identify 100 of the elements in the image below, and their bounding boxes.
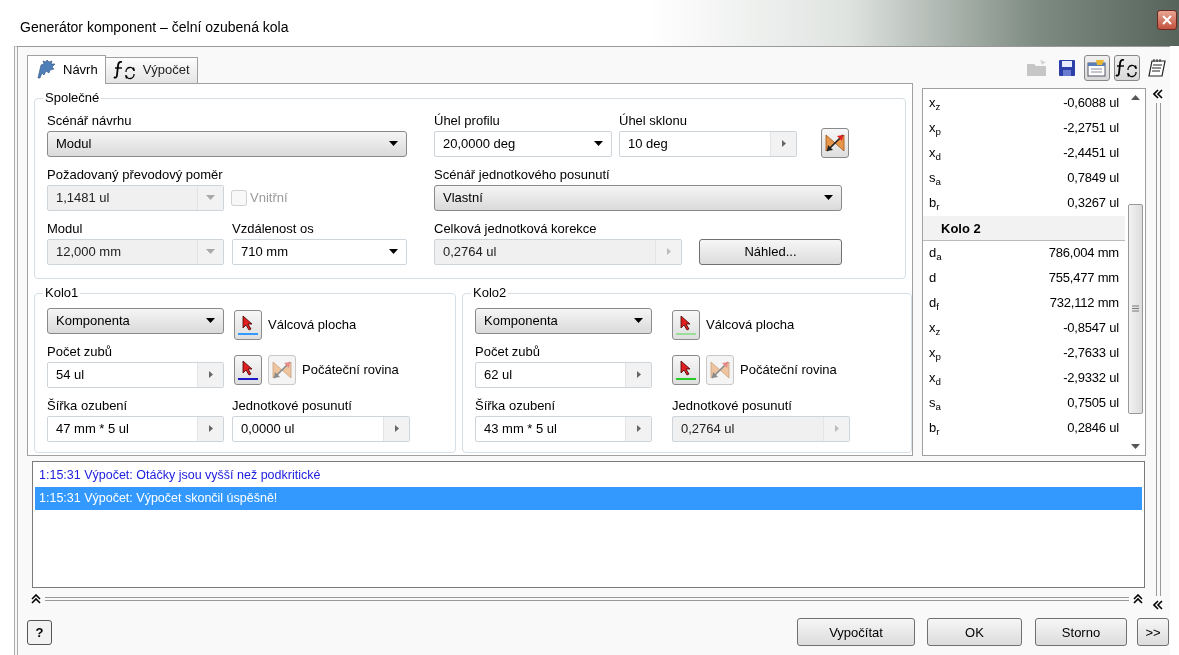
window-title: Generátor komponent – čelní ozubená kola bbox=[20, 18, 289, 36]
cursor-icon bbox=[679, 359, 693, 376]
expand-icon[interactable] bbox=[31, 593, 41, 604]
caret-icon bbox=[206, 195, 215, 201]
close-button[interactable] bbox=[1157, 10, 1177, 30]
result-value: -0,8547 ul bbox=[1063, 320, 1119, 336]
collapse-icon[interactable] bbox=[1153, 599, 1163, 610]
scrollbar-thumb[interactable] bbox=[1127, 203, 1143, 414]
checkbox-label: Vnitřní bbox=[250, 189, 288, 206]
arrow-icon bbox=[208, 371, 213, 379]
result-symbol: x$_{d}$ bbox=[929, 370, 941, 386]
result-value: -0,6088 ul bbox=[1063, 95, 1119, 111]
select-button[interactable] bbox=[234, 309, 262, 340]
folder-icon bbox=[1026, 58, 1048, 77]
field-label: Vzdálenost os bbox=[232, 219, 315, 238]
caret-icon bbox=[593, 141, 603, 147]
result-value: 0,3267 ul bbox=[1067, 195, 1119, 211]
field-label: Počet zubů bbox=[47, 342, 114, 361]
select-button[interactable] bbox=[672, 354, 700, 385]
grip-icon bbox=[1131, 305, 1139, 313]
caret-icon bbox=[206, 249, 215, 255]
spin-field[interactable]: 47 mm * 5 ul bbox=[47, 415, 224, 442]
button-label: Počáteční rovina bbox=[740, 361, 837, 378]
arrow-icon bbox=[636, 371, 641, 379]
arrow-icon bbox=[394, 425, 399, 433]
result-symbol: s$_{a}$ bbox=[929, 170, 941, 186]
combo-box[interactable]: 20,0000 deg bbox=[434, 130, 612, 157]
select-button[interactable] bbox=[672, 309, 700, 340]
field-label: Šířka ozubení bbox=[475, 396, 557, 415]
scroll-up-icon[interactable] bbox=[1130, 94, 1140, 100]
help-button[interactable]: ? bbox=[27, 619, 52, 645]
field-label: Úhel sklonu bbox=[619, 111, 688, 130]
log-entry[interactable]: 1:15:31 Výpočet: Otáčky jsou vyšší než podkritické bbox=[35, 463, 1142, 487]
result-symbol: x$_{z}$ bbox=[929, 320, 941, 336]
arrow-icon bbox=[834, 425, 839, 433]
dropdown[interactable]: Komponenta bbox=[475, 307, 652, 334]
field-label: Jednotkové posunutí bbox=[672, 396, 793, 415]
spin-field[interactable]: 0,0000 ul bbox=[232, 415, 410, 442]
spin-field[interactable]: 54 ul bbox=[47, 361, 224, 388]
caret-icon bbox=[205, 318, 215, 324]
result-value: -2,2751 ul bbox=[1063, 120, 1119, 136]
cancel-button[interactable]: Storno bbox=[1035, 618, 1127, 647]
arrow-icon bbox=[636, 425, 641, 433]
result-value: 786,004 mm bbox=[1048, 245, 1119, 261]
result-value: 0,2846 ul bbox=[1067, 420, 1119, 436]
result-symbol: d bbox=[929, 270, 937, 286]
select-button[interactable] bbox=[234, 354, 262, 385]
result-value: 755,477 mm bbox=[1048, 270, 1119, 286]
result-symbol: x$_{p}$ bbox=[929, 120, 941, 136]
table-icon bbox=[1087, 58, 1107, 77]
result-symbol: x$_{d}$ bbox=[929, 145, 941, 161]
result-value: -2,7633 ul bbox=[1063, 345, 1119, 361]
field-label: Šířka ozubení bbox=[47, 396, 129, 415]
dropdown[interactable]: Komponenta bbox=[47, 307, 224, 334]
arrow-icon bbox=[781, 140, 786, 148]
caret-icon bbox=[633, 318, 643, 324]
field-label: Počet zubů bbox=[475, 342, 542, 361]
calculate-button[interactable]: Vypočítat bbox=[797, 618, 915, 647]
button-label: Válcová plocha bbox=[706, 316, 795, 333]
notepad-icon bbox=[1147, 57, 1167, 78]
dropdown[interactable]: Vlastní bbox=[434, 184, 842, 211]
result-symbol: d$_{a}$ bbox=[929, 245, 942, 261]
tab[interactable]: Výpočet bbox=[104, 56, 198, 83]
expand-icon[interactable] bbox=[1133, 593, 1143, 604]
result-value: 0,7505 ul bbox=[1067, 395, 1119, 411]
field-label: Požadovaný převodový poměr bbox=[47, 165, 224, 184]
field-label: Scénář návrhu bbox=[47, 111, 133, 130]
plane-icon bbox=[709, 358, 731, 381]
preview-button[interactable]: Náhled... bbox=[699, 238, 842, 265]
gear-icon bbox=[35, 59, 57, 80]
collapse-icon[interactable] bbox=[1153, 88, 1163, 99]
result-symbol: s$_{a}$ bbox=[929, 395, 941, 411]
ok-button[interactable]: OK bbox=[927, 618, 1022, 647]
close-icon bbox=[1162, 15, 1172, 25]
result-symbol: d$_{f}$ bbox=[929, 295, 939, 311]
result-value: 0,7849 ul bbox=[1067, 170, 1119, 186]
spin-field[interactable]: 62 ul bbox=[475, 361, 652, 388]
field-label: Scénář jednotkového posunutí bbox=[434, 165, 611, 184]
cursor-icon bbox=[679, 314, 693, 331]
result-symbol: x$_{p}$ bbox=[929, 345, 941, 361]
scroll-down-icon[interactable] bbox=[1130, 443, 1140, 449]
toolbar-button[interactable] bbox=[1114, 54, 1140, 81]
spin-field[interactable]: 10 deg bbox=[619, 130, 797, 157]
result-value: 732,112 mm bbox=[1049, 295, 1119, 311]
section-header: Kolo 2 bbox=[923, 215, 1125, 241]
spin-field[interactable]: 43 mm * 5 ul bbox=[475, 415, 652, 442]
caret-icon bbox=[823, 195, 833, 201]
button-label: Válcová plocha bbox=[268, 316, 357, 333]
tab[interactable]: Návrh bbox=[27, 54, 106, 84]
caret-icon bbox=[388, 249, 398, 255]
result-symbol: b$_{r}$ bbox=[929, 195, 940, 211]
flip-button[interactable] bbox=[821, 127, 849, 158]
cursor-icon bbox=[241, 359, 255, 376]
combo-box[interactable]: 710 mm bbox=[232, 238, 407, 265]
field-label: Úhel profilu bbox=[434, 111, 501, 130]
dropdown[interactable]: Modul bbox=[47, 130, 407, 157]
plane-icon bbox=[824, 131, 846, 154]
more-button[interactable]: >> bbox=[1137, 618, 1169, 647]
result-value: -2,9332 ul bbox=[1063, 370, 1119, 386]
function-icon bbox=[1115, 57, 1139, 78]
